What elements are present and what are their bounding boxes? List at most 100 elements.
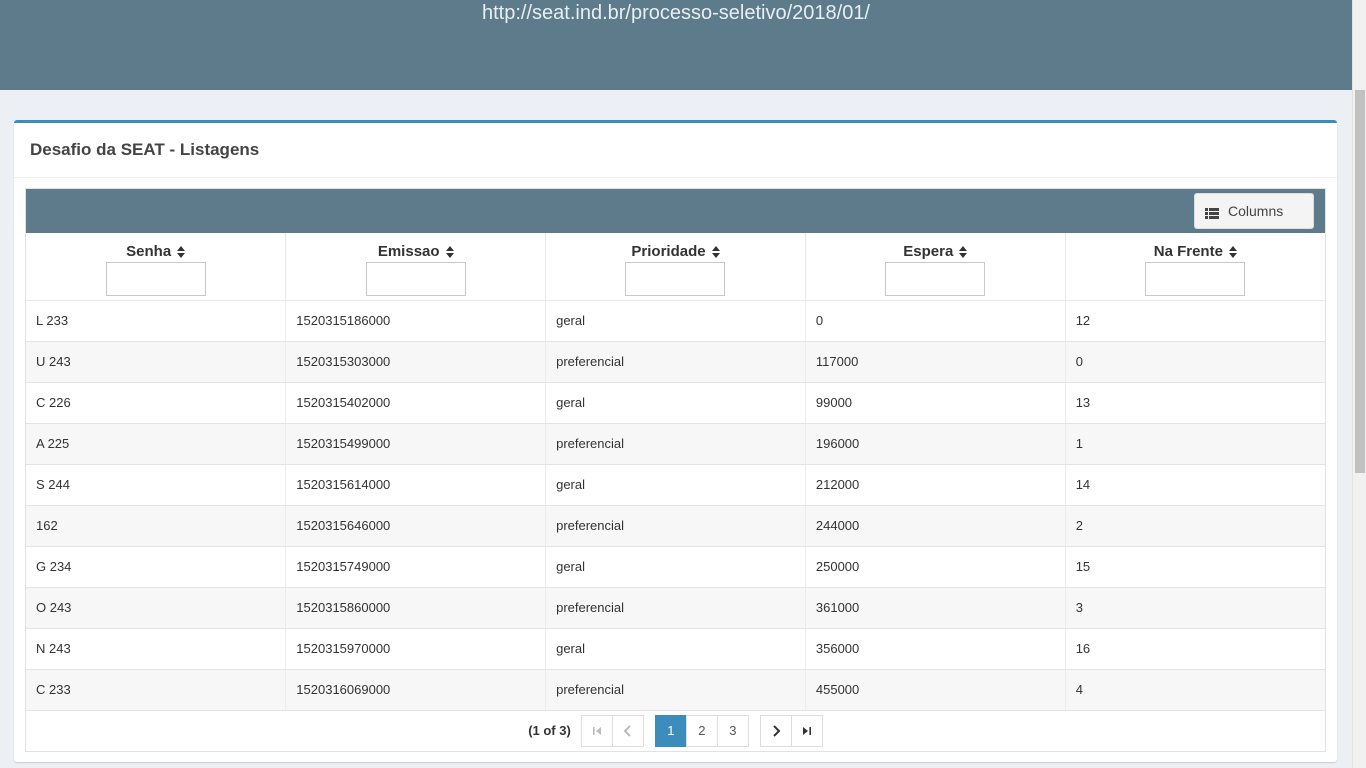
last-page-button[interactable] bbox=[790, 714, 823, 747]
sort-icon bbox=[177, 245, 186, 258]
table-row[interactable]: L 233 1520315186000 geral 0 12 bbox=[26, 300, 1325, 342]
last-page-icon bbox=[802, 726, 811, 735]
cell-prioridade: preferencial bbox=[545, 505, 806, 547]
cell-emissao: 1520315499000 bbox=[285, 423, 547, 465]
cell-senha: S 244 bbox=[26, 464, 287, 506]
cell-prioridade: preferencial bbox=[545, 341, 806, 383]
cell-na-frente: 13 bbox=[1065, 382, 1325, 424]
page-button-1[interactable]: 1 bbox=[654, 714, 687, 747]
column-title: Emissao bbox=[377, 242, 440, 260]
cell-senha: L 233 bbox=[26, 300, 287, 342]
prev-page-button[interactable] bbox=[611, 714, 644, 747]
cell-prioridade: geral bbox=[545, 464, 806, 506]
cell-na-frente: 14 bbox=[1065, 464, 1325, 506]
cell-espera: 244000 bbox=[805, 505, 1066, 547]
cell-emissao: 1520316069000 bbox=[285, 669, 547, 711]
datatable: Columns Senha Emissao Prioridade Espera … bbox=[25, 188, 1326, 752]
cell-espera: 250000 bbox=[805, 546, 1066, 588]
column-header-espera[interactable]: Espera bbox=[805, 233, 1066, 301]
paginator-current-page: (1 of 3) bbox=[528, 723, 571, 738]
columns-toggle-button[interactable]: Columns bbox=[1194, 193, 1314, 229]
cell-prioridade: geral bbox=[545, 628, 806, 670]
list-icon bbox=[1205, 206, 1219, 219]
cell-espera: 99000 bbox=[805, 382, 1066, 424]
datatable-toolbar: Columns bbox=[26, 189, 1325, 233]
filter-input-espera[interactable] bbox=[885, 262, 986, 296]
cell-emissao: 1520315970000 bbox=[285, 628, 547, 670]
sort-icon bbox=[711, 245, 720, 258]
cell-emissao: 1520315646000 bbox=[285, 505, 547, 547]
cell-espera: 356000 bbox=[805, 628, 1066, 670]
cell-senha: O 243 bbox=[26, 587, 287, 629]
cell-prioridade: preferencial bbox=[545, 669, 806, 711]
column-title: Senha bbox=[126, 242, 172, 260]
cell-espera: 196000 bbox=[805, 423, 1066, 465]
listing-box: Desafio da SEAT - Listagens Columns Senh… bbox=[14, 120, 1337, 762]
cell-emissao: 1520315303000 bbox=[285, 341, 547, 383]
column-header-senha[interactable]: Senha bbox=[26, 233, 287, 301]
chevron-right-icon bbox=[773, 724, 781, 737]
page-button-2[interactable]: 2 bbox=[685, 714, 718, 747]
table-row[interactable]: N 243 1520315970000 geral 356000 16 bbox=[26, 628, 1325, 670]
cell-espera: 361000 bbox=[805, 587, 1066, 629]
table-row[interactable]: C 233 1520316069000 preferencial 455000 … bbox=[26, 669, 1325, 711]
cell-na-frente: 15 bbox=[1065, 546, 1325, 588]
table-row[interactable]: G 234 1520315749000 geral 250000 15 bbox=[26, 546, 1325, 588]
table-row[interactable]: O 243 1520315860000 preferencial 361000 … bbox=[26, 587, 1325, 629]
cell-emissao: 1520315402000 bbox=[285, 382, 547, 424]
cell-senha: G 234 bbox=[26, 546, 287, 588]
cell-senha: C 233 bbox=[26, 669, 287, 711]
table-row[interactable]: S 244 1520315614000 geral 212000 14 bbox=[26, 464, 1325, 506]
column-title: Espera bbox=[903, 242, 954, 260]
cell-espera: 212000 bbox=[805, 464, 1066, 506]
cell-espera: 117000 bbox=[805, 341, 1066, 383]
cell-na-frente: 4 bbox=[1065, 669, 1325, 711]
cell-na-frente: 0 bbox=[1065, 341, 1325, 383]
cell-senha: N 243 bbox=[26, 628, 287, 670]
cell-emissao: 1520315860000 bbox=[285, 587, 547, 629]
sort-icon bbox=[1228, 245, 1237, 258]
cell-emissao: 1520315186000 bbox=[285, 300, 547, 342]
cell-espera: 455000 bbox=[805, 669, 1066, 711]
first-page-button[interactable] bbox=[580, 714, 613, 747]
chevron-left-icon bbox=[623, 724, 631, 737]
table-row[interactable]: U 243 1520315303000 preferencial 117000 … bbox=[26, 341, 1325, 383]
column-title: Na Frente bbox=[1153, 242, 1223, 260]
cell-prioridade: preferencial bbox=[545, 423, 806, 465]
sort-icon bbox=[959, 245, 968, 258]
table-row[interactable]: C 226 1520315402000 geral 99000 13 bbox=[26, 382, 1325, 424]
banner-url: http://seat.ind.br/processo-seletivo/201… bbox=[481, 2, 870, 24]
paginator: (1 of 3) 1 2 3 bbox=[26, 710, 1325, 751]
cell-senha: C 226 bbox=[26, 382, 287, 424]
page-button-3[interactable]: 3 bbox=[716, 714, 749, 747]
cell-senha: U 243 bbox=[26, 341, 287, 383]
cell-na-frente: 16 bbox=[1065, 628, 1325, 670]
page-scrollbar[interactable] bbox=[1352, 0, 1366, 768]
filter-input-na-frente[interactable] bbox=[1145, 262, 1246, 296]
box-header: Desafio da SEAT - Listagens bbox=[14, 123, 1337, 178]
cell-emissao: 1520315749000 bbox=[285, 546, 547, 588]
cell-na-frente: 12 bbox=[1065, 300, 1325, 342]
cell-emissao: 1520315614000 bbox=[285, 464, 547, 506]
table-row[interactable]: A 225 1520315499000 preferencial 196000 … bbox=[26, 423, 1325, 465]
table-row[interactable]: 162 1520315646000 preferencial 244000 2 bbox=[26, 505, 1325, 547]
next-page-button[interactable] bbox=[759, 714, 792, 747]
sort-icon bbox=[445, 245, 454, 258]
data-table: Senha Emissao Prioridade Espera Na Frent… bbox=[26, 233, 1325, 711]
scrollbar-thumb[interactable] bbox=[1355, 90, 1365, 473]
cell-prioridade: geral bbox=[545, 300, 806, 342]
filter-input-emissao[interactable] bbox=[365, 262, 466, 296]
cell-espera: 0 bbox=[805, 300, 1066, 342]
cell-na-frente: 3 bbox=[1065, 587, 1325, 629]
header-row: Senha Emissao Prioridade Espera Na Frent… bbox=[26, 233, 1325, 301]
column-header-prioridade[interactable]: Prioridade bbox=[545, 233, 806, 301]
cell-na-frente: 2 bbox=[1065, 505, 1325, 547]
filter-input-prioridade[interactable] bbox=[625, 262, 726, 296]
columns-label: Columns bbox=[1228, 203, 1284, 219]
box-title: Desafio da SEAT - Listagens bbox=[30, 140, 260, 159]
filter-input-senha[interactable] bbox=[105, 262, 206, 296]
column-title: Prioridade bbox=[631, 242, 706, 260]
cell-prioridade: preferencial bbox=[545, 587, 806, 629]
column-header-na-frente[interactable]: Na Frente bbox=[1065, 233, 1325, 301]
column-header-emissao[interactable]: Emissao bbox=[285, 233, 547, 301]
